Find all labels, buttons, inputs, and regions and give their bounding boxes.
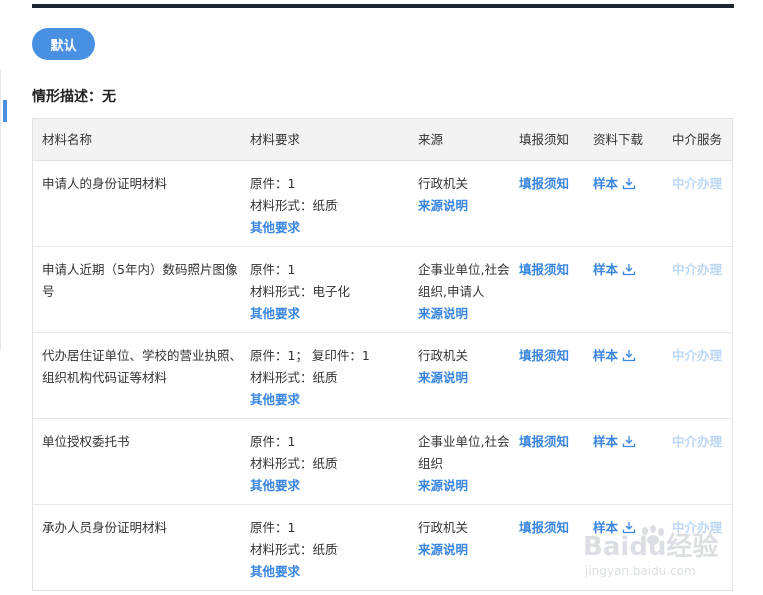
agency-cell: 中介办理 — [672, 173, 722, 195]
top-bar — [32, 4, 734, 8]
requirement-originals: 原件：1 — [250, 262, 296, 277]
filing-notice-cell: 填报须知 — [519, 173, 569, 195]
sample-download-link[interactable]: 样本 — [593, 434, 636, 449]
source-text: 行政机关 — [418, 348, 469, 363]
material-requirements: 原件：1 材料形式：纸质 其他要求 — [250, 173, 410, 239]
filing-notice-link[interactable]: 填报须知 — [519, 434, 569, 449]
source-text: 企事业单位,社会组织 — [418, 434, 510, 471]
source-text: 行政机关 — [418, 520, 469, 535]
material-source: 企事业单位,社会组织,申请人 来源说明 — [418, 259, 510, 325]
watermark-logo: Baidu经验 jingyan.baidu.com — [583, 525, 718, 578]
requirement-form: 材料形式：纸质 — [250, 370, 338, 385]
filing-notice-link[interactable]: 填报须知 — [519, 176, 569, 191]
header-filing-notice: 填报须知 — [519, 132, 570, 147]
sample-label: 样本 — [593, 176, 619, 191]
other-requirements-link[interactable]: 其他要求 — [250, 475, 410, 497]
agency-service-link[interactable]: 中介办理 — [672, 348, 722, 363]
materials-table: 材料名称 材料要求 来源 填报须知 资料下载 中介服务 申请人的身份证明材料 原… — [32, 118, 733, 591]
material-requirements: 原件：1 材料形式：纸质 其他要求 — [250, 431, 410, 497]
header-material-requirements: 材料要求 — [250, 132, 301, 147]
download-icon — [622, 350, 636, 362]
requirement-originals: 原件：1 — [250, 176, 296, 191]
requirement-form: 材料形式：纸质 — [250, 456, 338, 471]
other-requirements-link[interactable]: 其他要求 — [250, 561, 410, 583]
filing-notice-link[interactable]: 填报须知 — [519, 348, 569, 363]
requirement-originals: 原件：1； 复印件：1 — [250, 348, 370, 363]
material-source: 企事业单位,社会组织 来源说明 — [418, 431, 510, 497]
filing-notice-cell: 填报须知 — [519, 259, 569, 281]
filing-notice-cell: 填报须知 — [519, 345, 569, 367]
table-row: 单位授权委托书 原件：1 材料形式：纸质 其他要求 企事业单位,社会组织 来源说… — [33, 419, 732, 505]
requirement-originals: 原件：1 — [250, 520, 296, 535]
situation-description: 情形描述：无 — [32, 89, 116, 105]
left-active-indicator — [3, 100, 7, 122]
material-name: 申请人近期（5年内）数码照片图像号 — [42, 262, 238, 299]
watermark-brand: Baidu经验 — [583, 531, 718, 562]
sample-label: 样本 — [593, 262, 619, 277]
left-divider — [0, 70, 1, 350]
download-icon — [622, 264, 636, 276]
agency-service-link[interactable]: 中介办理 — [672, 176, 722, 191]
agency-cell: 中介办理 — [672, 259, 722, 281]
filing-notice-link[interactable]: 填报须知 — [519, 262, 569, 277]
material-requirements: 原件：1 材料形式：电子化 其他要求 — [250, 259, 410, 325]
download-cell: 样本 — [593, 173, 636, 195]
requirement-form: 材料形式：纸质 — [250, 198, 338, 213]
other-requirements-link[interactable]: 其他要求 — [250, 389, 410, 411]
source-explanation-link[interactable]: 来源说明 — [418, 539, 510, 561]
source-explanation-link[interactable]: 来源说明 — [418, 475, 510, 497]
material-name: 代办居住证单位、学校的营业执照、组织机构代码证等材料 — [42, 348, 243, 385]
filing-notice-cell: 填报须知 — [519, 517, 569, 539]
source-text: 行政机关 — [418, 176, 469, 191]
requirement-form: 材料形式：纸质 — [250, 542, 338, 557]
agency-service-link[interactable]: 中介办理 — [672, 434, 722, 449]
table-row: 代办居住证单位、学校的营业执照、组织机构代码证等材料 原件：1； 复印件：1 材… — [33, 333, 732, 419]
agency-cell: 中介办理 — [672, 431, 722, 453]
download-cell: 样本 — [593, 431, 636, 453]
sample-download-link[interactable]: 样本 — [593, 176, 636, 191]
material-source: 行政机关 来源说明 — [418, 173, 510, 217]
download-cell: 样本 — [593, 345, 636, 367]
source-explanation-link[interactable]: 来源说明 — [418, 367, 510, 389]
header-download: 资料下载 — [593, 132, 644, 147]
other-requirements-link[interactable]: 其他要求 — [250, 217, 410, 239]
material-source: 行政机关 来源说明 — [418, 517, 510, 561]
source-explanation-link[interactable]: 来源说明 — [418, 195, 510, 217]
download-icon — [622, 178, 636, 190]
filing-notice-link[interactable]: 填报须知 — [519, 520, 569, 535]
requirement-originals: 原件：1 — [250, 434, 296, 449]
source-text: 企事业单位,社会组织,申请人 — [418, 262, 510, 299]
material-requirements: 原件：1 材料形式：纸质 其他要求 — [250, 517, 410, 583]
material-requirements: 原件：1； 复印件：1 材料形式：纸质 其他要求 — [250, 345, 410, 411]
material-name: 承办人员身份证明材料 — [42, 520, 168, 535]
other-requirements-link[interactable]: 其他要求 — [250, 303, 410, 325]
material-name: 申请人的身份证明材料 — [42, 176, 168, 191]
header-source: 来源 — [418, 132, 444, 147]
source-explanation-link[interactable]: 来源说明 — [418, 303, 510, 325]
sample-label: 样本 — [593, 434, 619, 449]
download-cell: 样本 — [593, 259, 636, 281]
material-name: 单位授权委托书 — [42, 434, 130, 449]
baidu-jingyan-watermark: Baidu经验 jingyan.baidu.com — [583, 525, 723, 585]
table-row: 申请人的身份证明材料 原件：1 材料形式：纸质 其他要求 行政机关 来源说明 填… — [33, 161, 732, 247]
sample-download-link[interactable]: 样本 — [593, 262, 636, 277]
material-source: 行政机关 来源说明 — [418, 345, 510, 389]
download-icon — [622, 436, 636, 448]
sample-download-link[interactable]: 样本 — [593, 348, 636, 363]
watermark-url: jingyan.baidu.com — [584, 564, 696, 578]
sample-label: 样本 — [593, 348, 619, 363]
requirement-form: 材料形式：电子化 — [250, 284, 351, 299]
table-row: 申请人近期（5年内）数码照片图像号 原件：1 材料形式：电子化 其他要求 企事业… — [33, 247, 732, 333]
filing-notice-cell: 填报须知 — [519, 431, 569, 453]
agency-cell: 中介办理 — [672, 345, 722, 367]
table-header: 材料名称 材料要求 来源 填报须知 资料下载 中介服务 — [33, 119, 732, 161]
header-agency-service: 中介服务 — [672, 132, 723, 147]
agency-service-link[interactable]: 中介办理 — [672, 262, 722, 277]
header-material-name: 材料名称 — [42, 132, 93, 147]
default-button[interactable]: 默认 — [32, 28, 95, 60]
